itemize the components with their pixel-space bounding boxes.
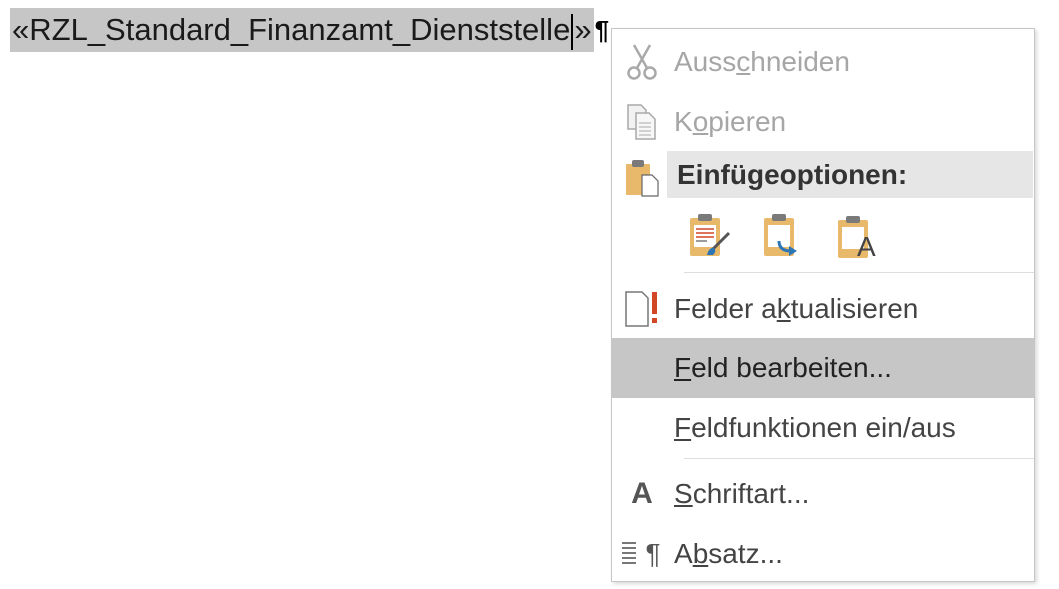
paste-options-header: Einfügeoptionen: — [667, 151, 1033, 198]
clipboard-brush-icon — [687, 213, 733, 264]
menu-item-update-fields[interactable]: Felder aktualisieren — [612, 279, 1034, 339]
menu-item-label: Schriftart... — [674, 478, 810, 509]
paste-merge-formatting-button[interactable] — [758, 212, 810, 264]
field-open-chevron: « — [12, 12, 30, 47]
paste-options-row: A — [684, 212, 884, 264]
copy-icon — [612, 92, 672, 152]
merge-field-name: RZL_Standard_Finanzamt_Dienststelle — [29, 12, 571, 47]
font-icon: A — [631, 477, 653, 510]
menu-item-edit-field[interactable]: Feld bearbeiten... — [612, 338, 1034, 398]
menu-item-label: Felder aktualisieren — [674, 293, 919, 324]
context-menu: Ausschneiden Kopieren Einfügeoptionen: A… — [611, 28, 1035, 582]
menu-separator — [684, 272, 1034, 273]
field-close-chevron: » — [574, 12, 592, 47]
text-cursor — [571, 13, 574, 50]
menu-item-label: Absatz... — [674, 538, 783, 569]
menu-item-cut[interactable]: Ausschneiden — [612, 32, 1034, 92]
scissors-icon — [612, 32, 672, 92]
text-only-glyph: A — [857, 231, 876, 262]
menu-item-copy[interactable]: Kopieren — [612, 92, 1034, 152]
menu-item-label: Feldfunktionen ein/aus — [674, 412, 956, 443]
paste-text-only-button[interactable]: A — [832, 212, 884, 264]
clipboard-icon — [624, 159, 660, 202]
clipboard-arrow-icon — [761, 213, 807, 264]
menu-item-font[interactable]: A Schriftart... — [612, 464, 1034, 524]
merge-field-selection[interactable]: «RZL_Standard_Finanzamt_Dienststelle» — [10, 8, 594, 52]
merge-field-text[interactable]: «RZL_Standard_Finanzamt_Dienststelle» ¶ — [10, 8, 609, 52]
pilcrow-mark: ¶ — [594, 14, 610, 45]
menu-item-label: Ausschneiden — [674, 46, 850, 77]
paste-keep-source-formatting-button[interactable] — [684, 212, 736, 264]
menu-item-toggle-field-codes[interactable]: Feldfunktionen ein/aus — [612, 398, 1034, 458]
menu-item-paragraph[interactable]: ¶ Absatz... — [612, 524, 1034, 584]
clipboard-text-icon: A — [835, 215, 881, 261]
update-fields-icon — [612, 279, 672, 339]
menu-item-label: Feld bearbeiten... — [674, 352, 892, 383]
menu-separator — [684, 458, 1034, 459]
paragraph-icon: ¶ — [612, 524, 672, 584]
menu-item-label: Kopieren — [674, 106, 787, 137]
